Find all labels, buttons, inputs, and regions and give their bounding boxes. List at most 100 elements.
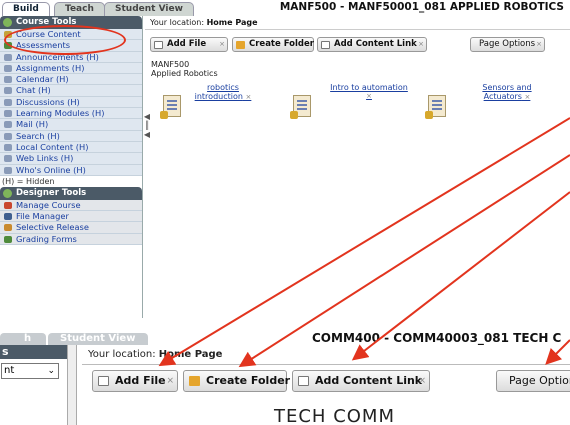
- create-folder-button[interactable]: Create Folder: [232, 37, 314, 52]
- sidebar-item-label: Mail (H): [16, 119, 49, 130]
- course-tools-icon: [3, 18, 12, 27]
- bottom-course-title: COMM400 - COMM40003_081 TECH C: [312, 332, 562, 345]
- chevron-down-icon: ⨯: [418, 376, 426, 386]
- content-item-label: Actuators: [483, 92, 522, 101]
- top-tab-bar: Build Teach Student View MANF500 - MANF5…: [0, 0, 570, 16]
- whos-online-icon: [4, 166, 12, 174]
- sidebar-item[interactable]: File Manager: [0, 211, 142, 223]
- grading-forms-icon: [4, 235, 12, 243]
- add-file-button[interactable]: Add File ⨯: [92, 370, 178, 392]
- link-icon: [321, 41, 330, 49]
- create-folder-label: Create Folder: [206, 374, 291, 387]
- sidebar-item-label: Manage Course: [16, 199, 81, 210]
- add-content-link-button[interactable]: Add Content Link ⨯: [292, 370, 430, 392]
- add-file-button[interactable]: Add File ⨯: [150, 37, 228, 52]
- selective-release-icon: [4, 224, 12, 232]
- course-name: Applied Robotics: [151, 69, 218, 78]
- bottom-sidebar-heading: s: [0, 345, 68, 359]
- bottom-location-bar: Your location: Home Page: [82, 345, 570, 365]
- chevron-down-icon[interactable]: ⨯: [322, 92, 416, 101]
- designer-tools-heading[interactable]: Designer Tools: [0, 186, 142, 200]
- sidebar-item[interactable]: Local Content (H): [0, 141, 142, 154]
- tab-teach-partial[interactable]: h: [0, 333, 46, 345]
- folder-icon: [236, 41, 245, 49]
- sidebar-item[interactable]: Learning Modules (H): [0, 108, 142, 120]
- local-content-icon: [4, 143, 12, 151]
- location-bar: Your location: Home Page: [145, 16, 570, 30]
- sidebar-item-label: Selective Release: [16, 222, 89, 233]
- chevron-down-icon: ⨯: [219, 40, 225, 48]
- content-item-link[interactable]: Intro to automation ⨯: [322, 83, 416, 101]
- top-screenshot: Build Teach Student View MANF500 - MANF5…: [0, 0, 570, 318]
- bottom-sidebar-select[interactable]: nt ⌄: [1, 363, 59, 379]
- sidebar-item-label: Chat (H): [16, 85, 51, 96]
- page-options-button[interactable]: Page Options: [496, 370, 570, 392]
- add-content-link-label: Add Content Link: [334, 39, 417, 49]
- page-options-button[interactable]: Page Options ⨯: [470, 37, 545, 52]
- tab-teach[interactable]: Teach: [54, 2, 105, 16]
- sidebar-item-label: Grading Forms: [16, 233, 77, 244]
- select-value: nt: [4, 365, 15, 376]
- sidebar-item[interactable]: Grading Forms: [0, 233, 142, 246]
- sidebar-item-label: Local Content (H): [16, 141, 89, 152]
- sidebar-item-label: Search (H): [16, 130, 60, 141]
- tab-student-view[interactable]: Student View: [48, 333, 148, 345]
- content-item-link[interactable]: robotics introduction ⨯: [187, 83, 259, 102]
- chevron-down-icon: ⨯: [166, 376, 174, 386]
- bottom-tab-bar: h Student View COMM400 - COMM40003_081 T…: [0, 332, 570, 345]
- sidebar-item[interactable]: Selective Release: [0, 222, 142, 234]
- course-code: MANF500: [151, 60, 190, 69]
- content-item-label: Sensors and: [482, 83, 532, 92]
- sidebar-item[interactable]: Assignments (H): [0, 62, 142, 75]
- location-prefix: Your location:: [88, 349, 156, 360]
- sidebar-item[interactable]: Mail (H): [0, 119, 142, 131]
- sidebar-collapse-handle[interactable]: ◀ ║ ◀: [143, 112, 151, 144]
- sidebar-item[interactable]: Calendar (H): [0, 74, 142, 86]
- sidebar-item[interactable]: Who's Online (H): [0, 164, 142, 176]
- chevron-down-icon: ⨯: [418, 40, 424, 48]
- sidebar-item[interactable]: Manage Course: [0, 199, 142, 212]
- discussions-icon: [4, 98, 12, 106]
- tab-build[interactable]: Build: [2, 2, 50, 16]
- sidebar: Course Tools Course Content Assessments An…: [0, 16, 143, 318]
- sidebar-item-label: Who's Online (H): [16, 164, 86, 175]
- sidebar-item-label: Learning Modules (H): [16, 108, 105, 119]
- content-item-icon[interactable]: [160, 95, 181, 119]
- content-item-icon[interactable]: [425, 95, 446, 119]
- tab-student-view[interactable]: Student View: [104, 2, 194, 16]
- location-prefix: Your location:: [150, 18, 205, 27]
- toolbar: Add File ⨯ Create Folder Add Content Lin…: [145, 34, 570, 56]
- sidebar-item[interactable]: Search (H): [0, 130, 142, 142]
- sidebar-item-label: Assignments (H): [16, 62, 85, 73]
- content-item-link[interactable]: Sensors and Actuators ⨯: [470, 83, 544, 102]
- chat-icon: [4, 87, 12, 95]
- file-manager-icon: [4, 213, 12, 221]
- bottom-screenshot: h Student View COMM400 - COMM40003_081 T…: [0, 332, 570, 425]
- sidebar-item-label: Calendar (H): [16, 74, 69, 85]
- sidebar-item[interactable]: Web Links (H): [0, 153, 142, 165]
- assignments-icon: [4, 64, 12, 72]
- add-file-label: Add File: [115, 374, 166, 387]
- course-header: MANF500 Applied Robotics: [151, 60, 218, 78]
- sidebar-item[interactable]: Chat (H): [0, 85, 142, 97]
- chevron-down-icon[interactable]: ⨯: [245, 93, 251, 101]
- sidebar-item-label: File Manager: [16, 211, 69, 222]
- file-icon: [154, 41, 163, 49]
- announcements-icon: [4, 53, 12, 61]
- location-page: Home Page: [158, 349, 223, 360]
- add-content-link-label: Add Content Link: [315, 374, 423, 387]
- link-icon: [298, 376, 309, 386]
- folder-icon: [189, 376, 200, 386]
- sidebar-item[interactable]: Discussions (H): [0, 96, 142, 109]
- content-heading: TECH COMM: [274, 406, 395, 425]
- chevron-down-icon[interactable]: ⨯: [525, 93, 531, 101]
- sidebar-item-label: Discussions (H): [16, 96, 80, 107]
- bottom-scrollbar[interactable]: [67, 345, 77, 425]
- content-item-icon[interactable]: [290, 95, 311, 119]
- file-icon: [98, 376, 109, 386]
- manage-course-icon: [4, 201, 12, 209]
- mail-icon: [4, 121, 12, 129]
- create-folder-button[interactable]: Create Folder: [183, 370, 291, 392]
- search-icon: [4, 132, 12, 140]
- add-content-link-button[interactable]: Add Content Link ⨯: [317, 37, 427, 52]
